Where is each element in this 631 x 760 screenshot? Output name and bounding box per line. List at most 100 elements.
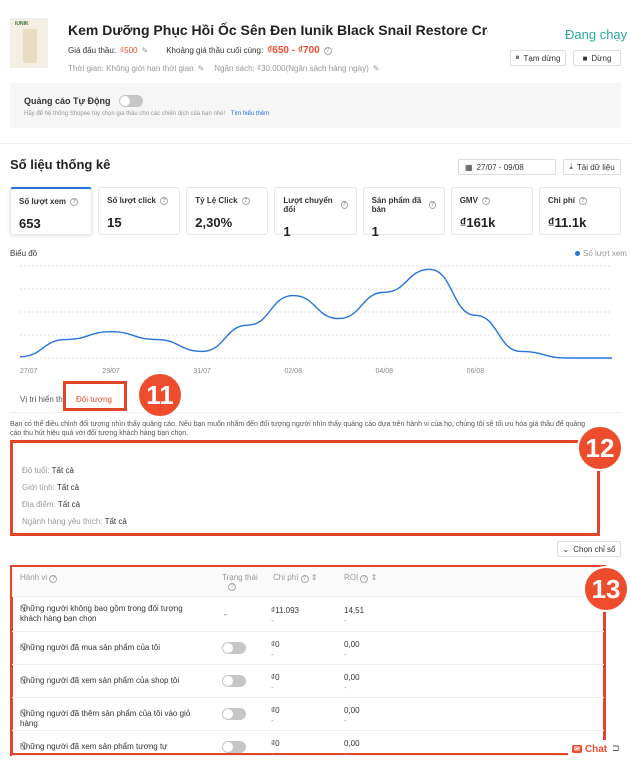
x-tick-label: 02/08 (284, 368, 302, 375)
row-cost-dash: - (271, 616, 274, 625)
metric-value: ₫161k (459, 215, 496, 230)
sort-icon[interactable]: ⇕ (371, 573, 378, 582)
help-icon: ? (159, 196, 168, 205)
row-roi: 0,00 (344, 706, 360, 715)
help-icon: ? (20, 643, 28, 651)
help-icon: ? (323, 46, 332, 55)
table-row: Những người đã thêm sản phẩm của tôi vào… (12, 698, 604, 731)
row-cost-dash: - (271, 749, 274, 758)
location-label: Địa điểm: (22, 500, 56, 509)
auto-ads-desc: Hãy để hệ thống Shopee tùy chọn giá thầu… (24, 111, 226, 117)
metric-card[interactable]: Chi phí? ₫11.1k (538, 187, 621, 235)
help-icon: ? (340, 201, 348, 209)
metric-value: 2,30% (195, 215, 233, 230)
row-behavior-text: Những người đã thêm sản phẩm của tôi vào… (20, 709, 191, 728)
chat-icon: ✉ (572, 745, 582, 753)
pause-icon: ⏸ (515, 53, 520, 62)
legend-dot (575, 251, 580, 256)
chat-label: Chat (584, 743, 608, 755)
stop-label: Dừng (591, 53, 612, 63)
row-roi-dash: - (344, 716, 347, 725)
x-tick-label: 29/07 (102, 368, 120, 375)
metric-card[interactable]: GMV? ₫161k (450, 187, 533, 235)
line-chart: 27/07 29/07 31/07 02/08 04/08 06/08 (19, 265, 612, 375)
calendar-icon: ▦ (465, 162, 473, 172)
interest-label: Ngành hàng yêu thích: (22, 517, 103, 526)
metric-value: 653 (19, 216, 41, 231)
tab-placement[interactable]: Vị trí hiển thị (20, 395, 64, 404)
metric-label: Tỷ Lệ Click (195, 196, 238, 205)
metric-label: Số lượt xem (19, 197, 67, 206)
row-toggle[interactable] (222, 708, 246, 720)
step-badge-11: 11 (137, 372, 183, 418)
metric-card[interactable]: Tỷ Lệ Click? 2,30% (186, 187, 269, 235)
download-button[interactable]: ⤓ Tải dữ liệu (563, 159, 621, 175)
final-bid-value: ₫650 - ₫700 (267, 45, 320, 56)
budget-text: Ngân sách: ₫30.000(Ngân sách hàng ngày) (214, 64, 369, 73)
metric-card[interactable]: Sản phẩm đã bán? 1 (362, 187, 445, 239)
help-icon: ? (481, 196, 490, 205)
metric-value: 1 (283, 224, 291, 239)
collapse-chat-icon[interactable]: ⊐ (612, 743, 620, 754)
table-row: Những người đã xem sản phẩm của shop tôi… (12, 665, 604, 698)
stats-title: Số liệu thống kê (10, 157, 111, 172)
row-cost-dash: - (271, 683, 274, 692)
time-text: Thời gian: Không giới hạn thời gian (68, 64, 194, 73)
date-range-picker[interactable]: ▦ 27/07 - 09/08 (458, 159, 556, 175)
help-icon: ? (360, 575, 369, 583)
edit-bid-icon[interactable]: ✎ (142, 46, 149, 55)
metric-card[interactable]: Số lượt click? 15 (98, 187, 181, 235)
edit-budget-icon[interactable]: ✎ (373, 64, 380, 73)
metric-label: Sản phẩm đã bán (371, 196, 422, 214)
stop-button[interactable]: ■ Dừng (573, 50, 621, 66)
row-roi-dash: - (344, 749, 347, 758)
metric-label: Chi phí (547, 196, 575, 205)
row-behavior-text: Những người không bao gồm trong đối tượn… (20, 604, 183, 623)
metric-label: GMV (459, 196, 478, 205)
learn-more-link[interactable]: Tìm hiểu thêm (231, 111, 269, 117)
header-status: Trạng thái (222, 573, 258, 582)
row-toggle[interactable] (222, 642, 246, 654)
edit-time-icon[interactable]: ✎ (198, 64, 205, 73)
help-icon: ? (428, 201, 436, 209)
row-cost: ₫0 (271, 640, 280, 649)
thumbnail-brand: IUNIK (15, 21, 29, 27)
row-roi: 0,00 (344, 739, 360, 748)
row-roi: 14,51 (344, 606, 365, 615)
campaign-status: Đang chạy (565, 27, 628, 42)
row-cost-dash: - (271, 716, 274, 725)
gender-label: Giới tính: (22, 483, 55, 492)
row-toggle[interactable] (222, 675, 246, 687)
help-icon: ? (228, 583, 236, 591)
row-toggle[interactable] (222, 741, 246, 753)
sort-icon[interactable]: ⇕ (311, 573, 318, 582)
metric-card[interactable]: Số lượt xem? 653 (10, 187, 93, 235)
metric-card[interactable]: Lượt chuyển đổi? 1 (274, 187, 357, 239)
download-icon: ⤓ (569, 162, 573, 171)
product-title: Kem Dưỡng Phục Hồi Ốc Sên Đen Iunik Blac… (68, 22, 488, 38)
choose-metrics-button[interactable]: ⌄ Chọn chỉ số (557, 541, 621, 557)
row-behavior-text: Những người đã xem sản phẩm tương tự (20, 742, 168, 751)
help-icon: ? (20, 709, 28, 717)
table-header: Hành vi ? Trạng thái ? Chi phí ? ⇕ ROI ?… (12, 567, 604, 597)
chevron-down-icon: ⌄ (562, 544, 570, 554)
bid-value: ₫500 (120, 46, 138, 55)
x-tick-label: 04/08 (376, 368, 394, 375)
x-tick-label: 31/07 (193, 368, 211, 375)
age-value: Tất cả (51, 466, 74, 475)
row-roi: 0,00 (344, 640, 360, 649)
product-thumbnail: IUNIK (10, 18, 48, 68)
help-icon: ? (20, 676, 28, 684)
auto-ads-toggle[interactable] (118, 95, 143, 107)
pause-button[interactable]: ⏸ Tạm dừng (510, 50, 566, 66)
help-icon: ? (300, 575, 309, 583)
help-icon: ? (20, 604, 28, 612)
row-roi-dash: - (344, 683, 347, 692)
row-roi-dash: - (344, 616, 347, 625)
row-behavior-text: Những người đã xem sản phẩm của shop tôi (20, 676, 180, 685)
metric-label: Lượt chuyển đổi (283, 196, 333, 214)
pause-label: Tạm dừng (523, 53, 561, 63)
series-line (19, 268, 612, 359)
table-row: Những người đã mua sản phẩm của tôi ? ₫0… (12, 632, 604, 665)
chat-button[interactable]: ✉ Chat (568, 740, 612, 758)
